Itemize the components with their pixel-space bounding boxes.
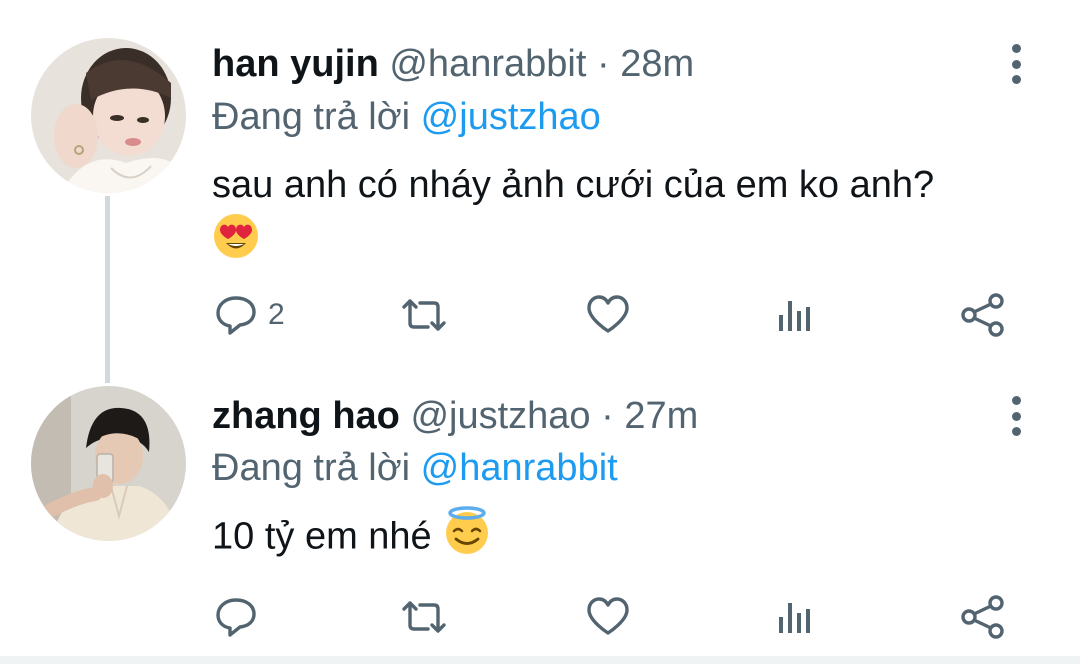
reply-count: 2: [268, 298, 285, 331]
reply-button[interactable]: 2: [214, 290, 285, 340]
reply-icon: [214, 595, 258, 639]
like-icon: [585, 595, 631, 639]
replying-to-label: Đang trả lời: [212, 96, 411, 138]
like-icon: [585, 293, 631, 337]
timestamp[interactable]: 28m: [620, 43, 694, 85]
action-bar: 2: [0, 290, 1080, 340]
heart-eyes-emoji-icon: [212, 212, 260, 275]
replying-to-label: Đang trả lời: [212, 447, 411, 489]
reply-button[interactable]: [214, 592, 268, 642]
separator-dot: ·: [596, 43, 610, 85]
tweet[interactable]: han yujin @hanrabbit · 28m Đang trả lời …: [0, 0, 1080, 383]
mention-link[interactable]: @hanrabbit: [421, 447, 618, 489]
tweet-header: han yujin @hanrabbit · 28m: [212, 42, 694, 86]
more-options-icon[interactable]: [1004, 44, 1028, 84]
avatar[interactable]: [31, 38, 186, 193]
like-button[interactable]: [585, 290, 631, 340]
views-icon: [776, 595, 816, 639]
action-bar: [0, 592, 1080, 642]
more-options-icon[interactable]: [1004, 396, 1028, 436]
like-button[interactable]: [585, 592, 631, 642]
retweet-icon: [398, 293, 450, 337]
views-button[interactable]: [776, 290, 816, 340]
tweet[interactable]: zhang hao @justzhao · 27m Đang trả lời @…: [0, 380, 1080, 664]
retweet-button[interactable]: [398, 592, 450, 642]
retweet-button[interactable]: [398, 290, 450, 340]
share-icon: [960, 594, 1006, 640]
share-button[interactable]: [960, 592, 1006, 642]
views-icon: [776, 293, 816, 337]
separator-dot: ·: [601, 395, 614, 437]
bottom-divider: [0, 656, 1080, 664]
mention-link[interactable]: @justzhao: [421, 96, 601, 138]
avatar[interactable]: [31, 386, 186, 541]
tweet-text: 10 tỷ em nhé: [212, 506, 492, 571]
tweet-text: sau anh có nháy ảnh cưới của em ko anh?: [212, 158, 934, 275]
replying-to: Đang trả lời @hanrabbit: [212, 446, 618, 490]
display-name[interactable]: han yujin: [212, 43, 379, 85]
views-button[interactable]: [776, 592, 816, 642]
reply-icon: [214, 293, 258, 337]
share-icon: [960, 292, 1006, 338]
tweet-body: sau anh có nháy ảnh cưới của em ko anh?: [212, 164, 935, 206]
share-button[interactable]: [960, 290, 1006, 340]
replying-to: Đang trả lời @justzhao: [212, 95, 601, 139]
display-name[interactable]: zhang hao: [212, 395, 400, 437]
tweet-header: zhang hao @justzhao · 27m: [212, 394, 698, 438]
user-handle[interactable]: @justzhao: [410, 395, 590, 437]
halo-smile-emoji-icon: [442, 506, 492, 571]
tweet-body: 10 tỷ em nhé: [212, 515, 432, 558]
timestamp[interactable]: 27m: [624, 395, 698, 437]
user-handle[interactable]: @hanrabbit: [389, 43, 586, 85]
retweet-icon: [398, 595, 450, 639]
